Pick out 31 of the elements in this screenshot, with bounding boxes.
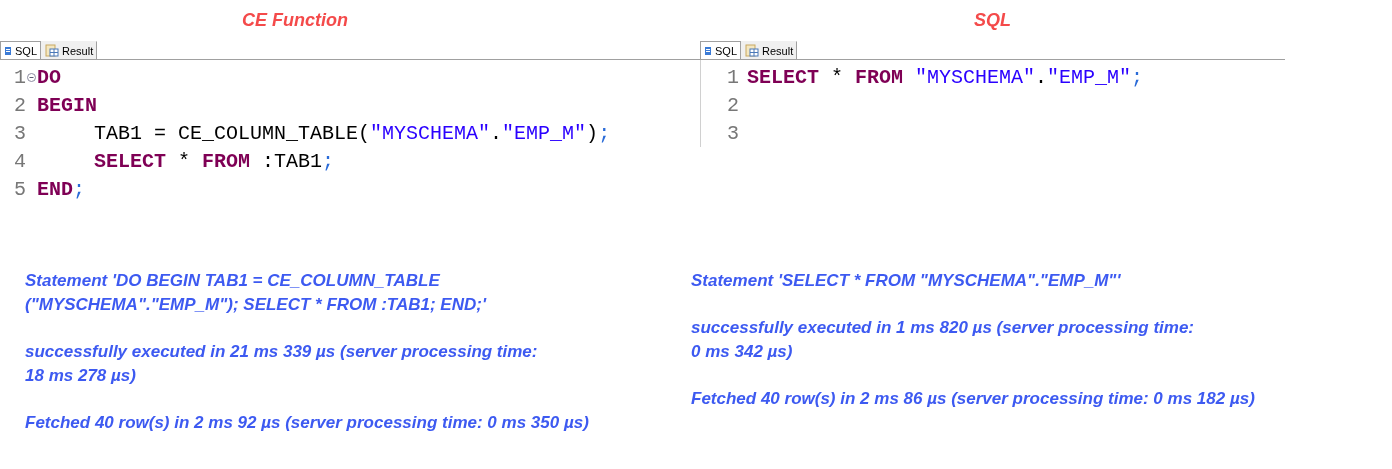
line-number: 2 [726,93,739,117]
status-message: Statement 'DO BEGIN TAB1 = CE_COLUMN_TABLE ("MYSCHEMA"."EMP_M"); SELECT * FROM :TAB1; END;' [25,270,488,316]
line-number: 3 [13,121,26,145]
line-number: 5 [13,177,26,201]
status-message: successfully executed in 1 ms 820 µs (server processing time: 0 ms 342 µs) [691,317,1196,363]
panel-title: CE Function [242,9,348,31]
status-message: Fetched 40 row(s) in 2 ms 92 µs (server processing time: 0 ms 350 µs) [25,412,590,434]
status-message: Fetched 40 row(s) in 2 ms 86 µs (server processing time: 0 ms 182 µs) [691,388,1256,410]
collapse-icon[interactable] [27,72,36,82]
status-message: successfully executed in 21 ms 339 µs (server processing time: 18 ms 278 µs) [25,341,539,387]
line-number: 1 [13,65,26,89]
line-number: 2 [13,93,26,117]
code-line: TAB1 = CE_COLUMN_TABLE("MYSCHEMA"."EMP_M"); [93,121,611,145]
sql-icon [4,45,12,56]
editor-tab[interactable]: Result [41,41,98,59]
code-line: BEGIN [37,93,97,117]
line-number: 3 [726,121,739,145]
sql-icon [704,45,712,56]
code-line: SELECT * FROM "MYSCHEMA"."EMP_M"; [747,65,1144,89]
code-line: SELECT * FROM :TAB1; [93,149,335,173]
editor-tab[interactable]: SQL [0,41,41,59]
code-line: DO [37,65,61,89]
line-number: 1 [726,65,739,89]
code-line: END; [37,177,86,201]
status-message: Statement 'SELECT * FROM "MYSCHEMA"."EMP_M"' [691,270,1122,292]
table-icon [745,44,759,57]
panel-title: SQL [974,9,1011,31]
line-number: 4 [13,149,26,173]
table-icon [45,44,59,57]
editor-tab[interactable]: SQL [700,41,741,59]
editor-tab[interactable]: Result [741,41,798,59]
